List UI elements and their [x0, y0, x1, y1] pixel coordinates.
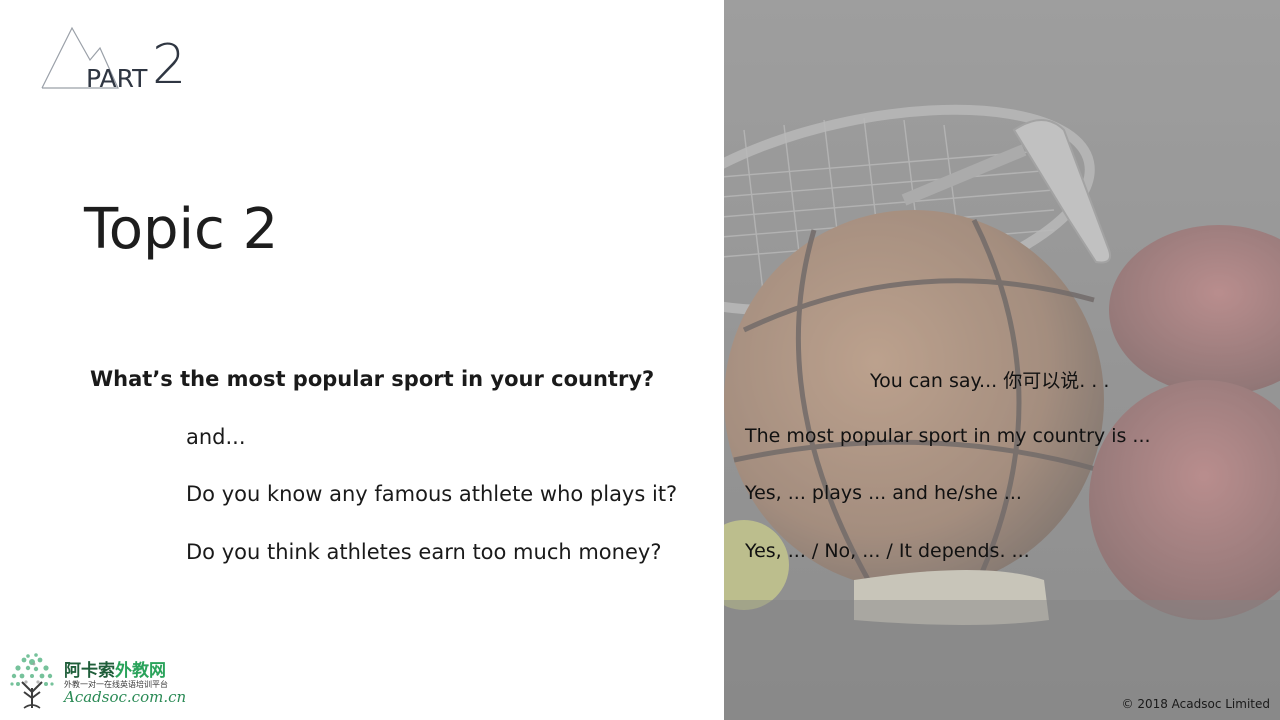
part-number: 2	[152, 33, 187, 96]
slide: PART 2 Topic 2 What’s the most popular s…	[0, 0, 1280, 720]
copyright-text: © 2018 Acadsoc Limited	[1121, 697, 1271, 711]
logo-cn-text: 阿卡索外教网	[64, 656, 166, 681]
answer-heading: You can say... 你可以说. . .	[870, 370, 1110, 392]
acadsoc-logo: 阿卡索外教网 外教一对一在线英语培训平台 Acadsoc.com.cn	[8, 648, 186, 710]
answer-line: Yes, ... plays ... and he/she ...	[745, 482, 1022, 504]
followup-question: and...	[186, 425, 246, 449]
main-question: What’s the most popular sport in your co…	[90, 367, 655, 391]
followup-question: Do you think athletes earn too much mone…	[186, 540, 662, 564]
part-heading: PART 2	[40, 24, 200, 96]
sports-photo-panel: You can say... 你可以说. . . The most popula…	[724, 0, 1280, 720]
logo-cn-accent: 外教网	[115, 661, 166, 681]
left-panel: PART 2 Topic 2 What’s the most popular s…	[0, 0, 724, 720]
logo-en-text: Acadsoc.com.cn	[64, 688, 187, 706]
photo-overlay	[724, 0, 1280, 720]
topic-title: Topic 2	[84, 197, 279, 262]
logo-cn-main: 阿卡索	[64, 661, 115, 681]
answer-line: The most popular sport in my country is …	[745, 425, 1151, 447]
part-label: PART	[86, 64, 148, 93]
followup-question: Do you know any famous athlete who plays…	[186, 482, 678, 506]
answer-line: Yes, ... / No, ... / It depends. ...	[745, 540, 1030, 562]
tree-logo-icon	[10, 653, 54, 709]
